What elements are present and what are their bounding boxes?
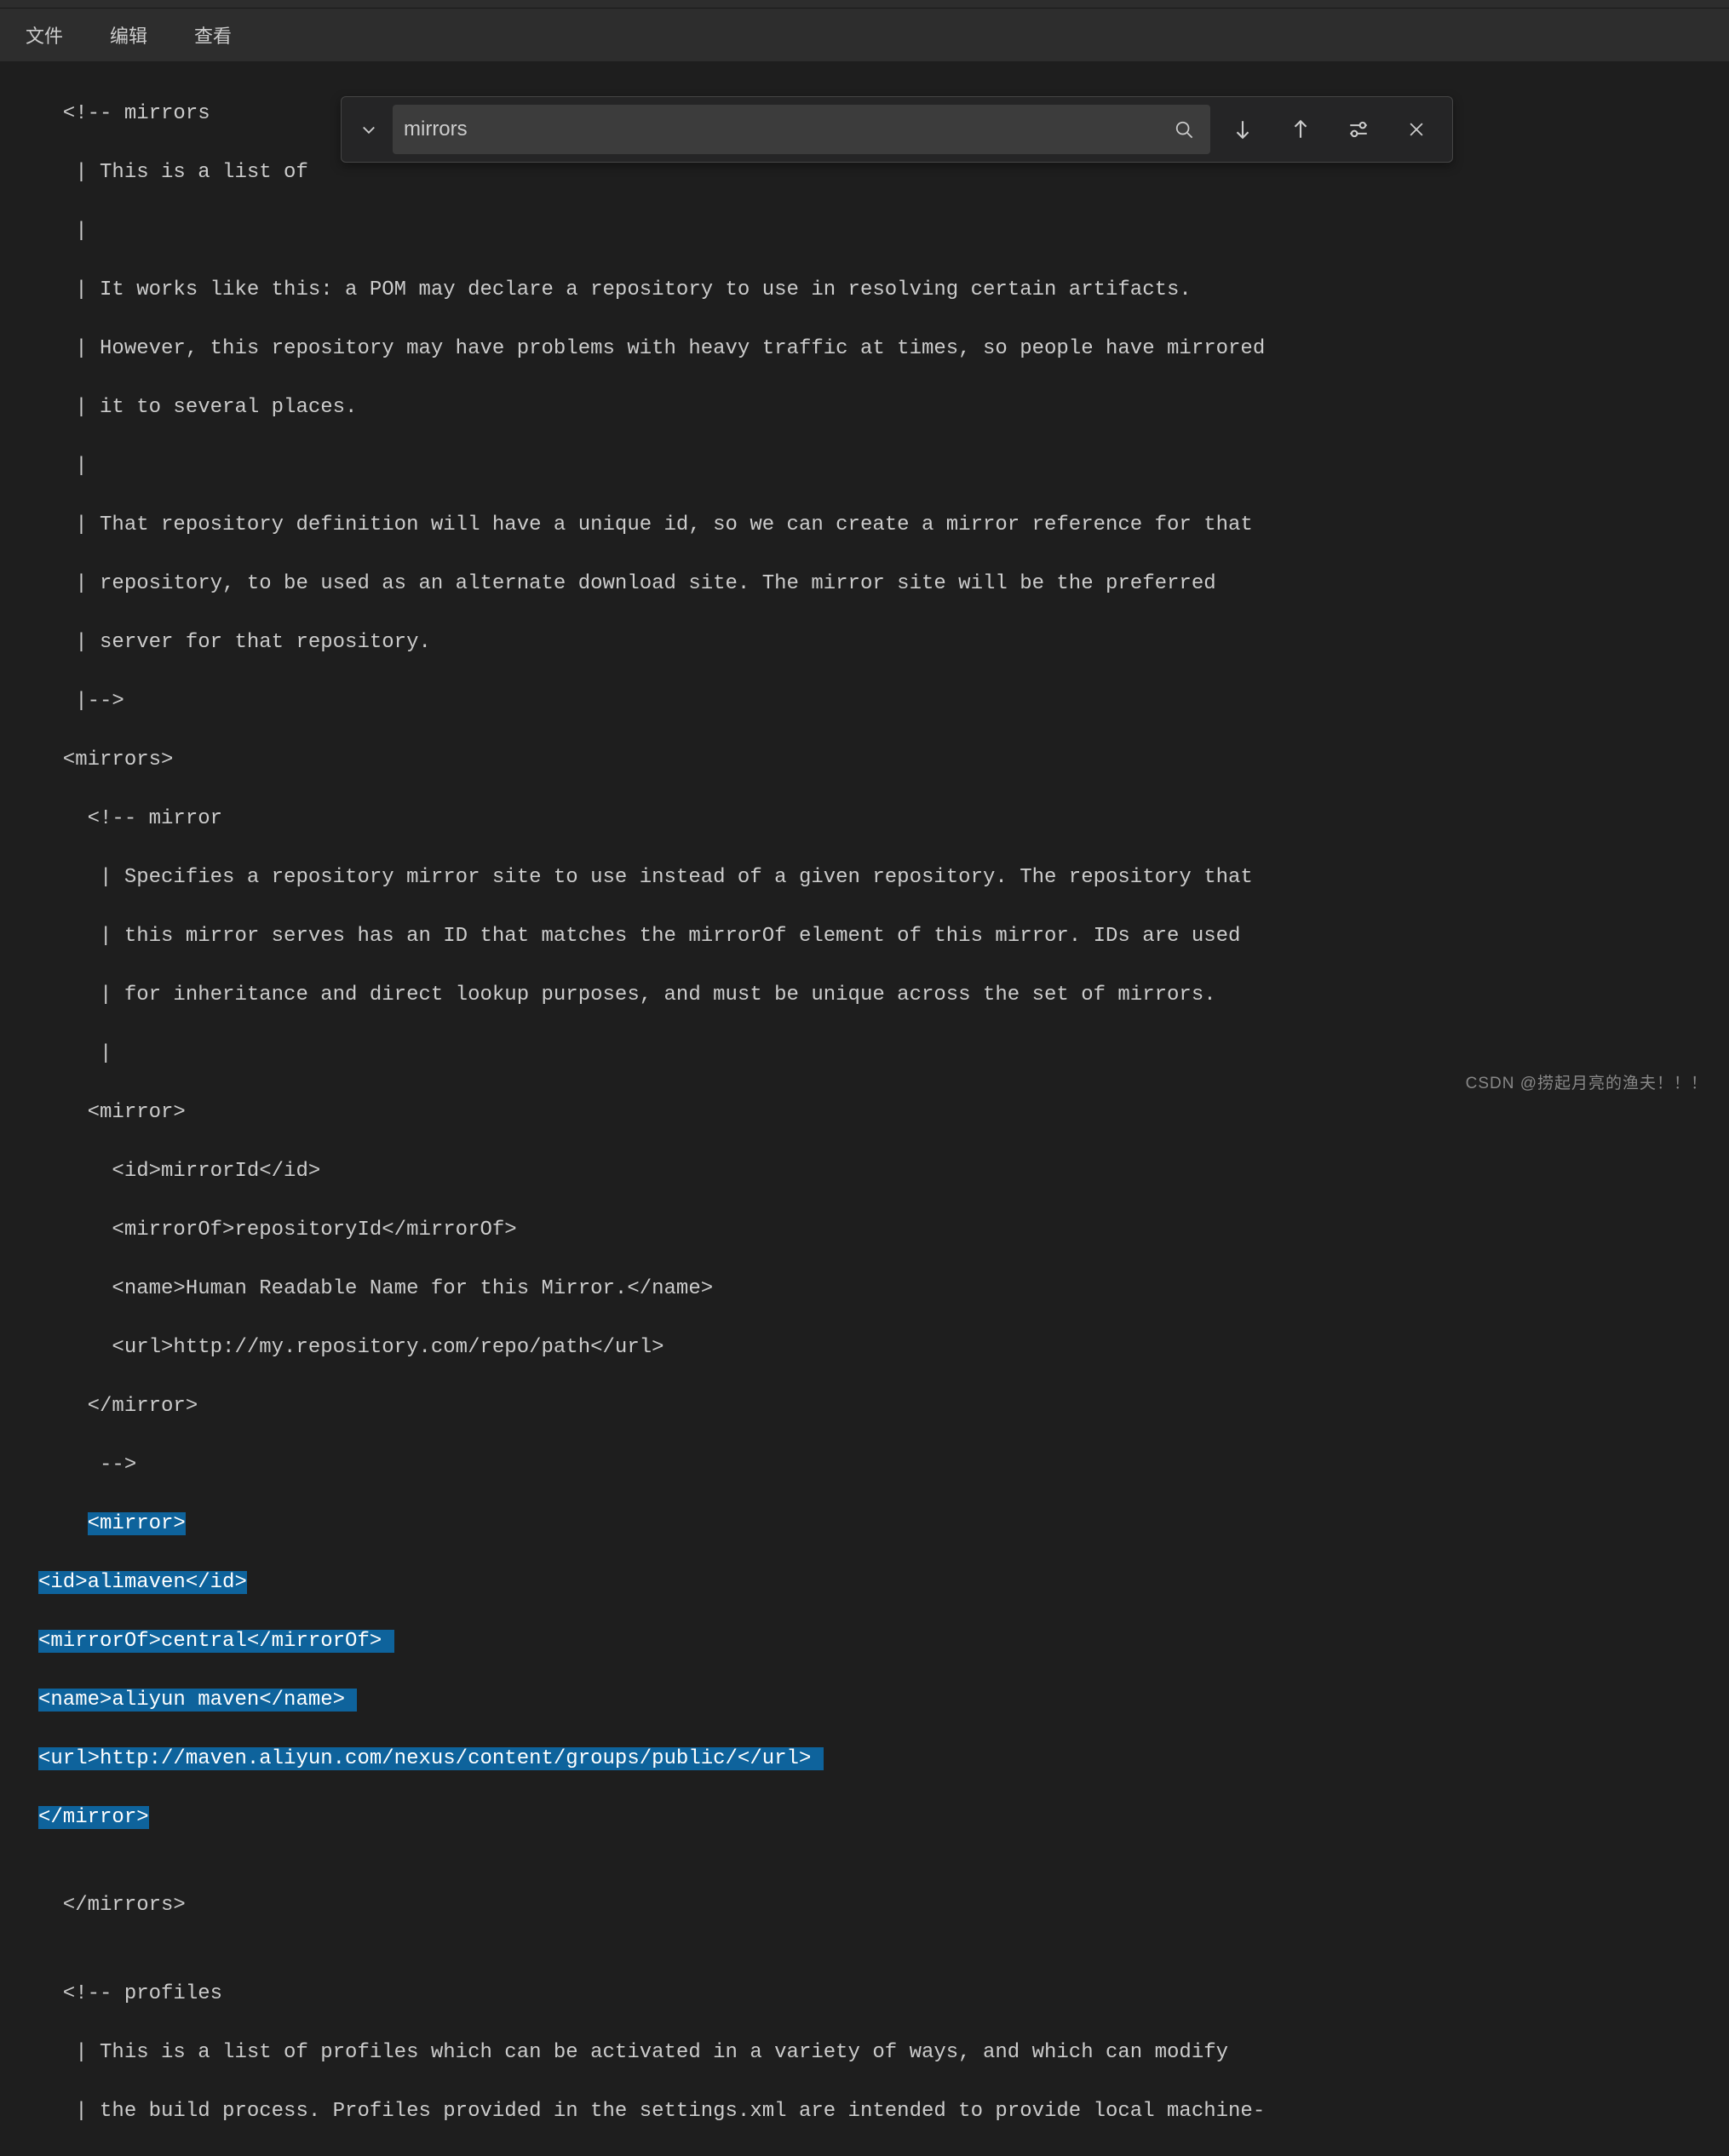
search-close-button[interactable]: [1395, 108, 1438, 151]
code-line: <mirrorOf>central</mirrorOf>: [38, 1627, 1729, 1657]
watermark: CSDN @捞起月亮的渔夫！！！: [1466, 1070, 1708, 1093]
search-prev-button[interactable]: [1279, 108, 1322, 151]
code-line: | this mirror serves has an ID that matc…: [38, 922, 1729, 952]
search-panel: [341, 96, 1453, 163]
titlebar: [0, 0, 1729, 9]
code-line: <!-- mirror: [38, 805, 1729, 834]
code-line: |: [38, 1040, 1729, 1069]
selected-text: <id>alimaven</id>: [38, 1571, 247, 1594]
code-line: | the build process. Profiles provided i…: [38, 2097, 1729, 2127]
code-line: | for inheritance and direct lookup purp…: [38, 981, 1729, 1011]
code-line: <url>http://my.repository.com/repo/path<…: [38, 1333, 1729, 1363]
code-line: | However, this repository may have prob…: [38, 335, 1729, 364]
code-line: <url>http://maven.aliyun.com/nexus/conte…: [38, 1745, 1729, 1775]
selected-text: <mirror>: [88, 1512, 186, 1535]
search-settings-button[interactable]: [1337, 108, 1380, 151]
selected-text: <name>aliyun maven</name>: [38, 1689, 357, 1712]
code-line: <!-- profiles: [38, 1980, 1729, 2010]
code-line: <name>aliyun maven</name>: [38, 1686, 1729, 1716]
code-line: <id>mirrorId</id>: [38, 1157, 1729, 1187]
code-line: -->: [38, 1451, 1729, 1481]
code-line: | It works like this: a POM may declare …: [38, 276, 1729, 306]
code-line: <mirror>: [38, 1510, 1729, 1540]
close-icon: [1407, 120, 1426, 139]
code-line: <mirror>: [38, 1098, 1729, 1128]
code-line: </mirror>: [38, 1803, 1729, 1833]
code-line: |: [38, 217, 1729, 247]
code-line: <mirrorOf>repositoryId</mirrorOf>: [38, 1216, 1729, 1246]
arrow-down-icon: [1232, 118, 1254, 140]
search-next-button[interactable]: [1221, 108, 1264, 151]
menu-file[interactable]: 文件: [17, 17, 72, 53]
search-input-wrap: [393, 105, 1210, 154]
menu-edit[interactable]: 编辑: [101, 17, 156, 53]
sliders-icon: [1347, 118, 1370, 140]
search-input[interactable]: [404, 118, 1169, 141]
chevron-down-icon: [360, 121, 377, 138]
code-line: </mirror>: [38, 1392, 1729, 1422]
code-line: | server for that repository.: [38, 628, 1729, 658]
code-line: <mirrors>: [38, 746, 1729, 776]
selected-text: <mirrorOf>central</mirrorOf>: [38, 1630, 394, 1653]
code-line: <name>Human Readable Name for this Mirro…: [38, 1275, 1729, 1304]
selected-text: </mirror>: [38, 1806, 149, 1829]
code-line: | repository, to be used as an alternate…: [38, 570, 1729, 599]
search-expand-toggle[interactable]: [352, 104, 386, 155]
indent: [38, 1512, 88, 1535]
magnifier-icon: [1175, 120, 1193, 139]
code-line: | Specifies a repository mirror site to …: [38, 863, 1729, 893]
search-icon[interactable]: [1169, 114, 1199, 145]
code-line: | it to several places.: [38, 393, 1729, 423]
code-line: | That repository definition will have a…: [38, 511, 1729, 541]
code-line: |-->: [38, 687, 1729, 717]
selected-text: <url>http://maven.aliyun.com/nexus/conte…: [38, 1747, 824, 1770]
code-line: <id>alimaven</id>: [38, 1568, 1729, 1598]
arrow-up-icon: [1290, 118, 1312, 140]
menubar: 文件 编辑 查看: [0, 9, 1729, 61]
menu-view[interactable]: 查看: [186, 17, 240, 53]
code-line: </mirrors>: [38, 1891, 1729, 1921]
code-line: |: [38, 452, 1729, 482]
code-line: | This is a list of profiles which can b…: [38, 2038, 1729, 2068]
